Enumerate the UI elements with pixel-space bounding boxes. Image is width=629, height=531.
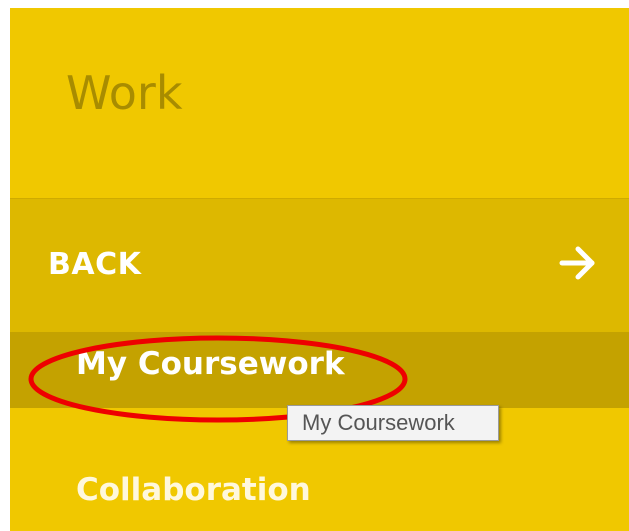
page-title: Work	[66, 66, 183, 120]
menu-item-label: Collaboration	[76, 472, 311, 508]
menu-item-label: My Coursework	[76, 346, 345, 382]
back-button[interactable]: BACK	[10, 198, 629, 333]
back-label: BACK	[48, 247, 142, 282]
tooltip: My Coursework	[287, 405, 499, 441]
menu-item-my-coursework[interactable]: My Coursework	[10, 332, 629, 408]
navigation-panel: Work BACK My Coursework Collaboration	[10, 8, 629, 531]
tooltip-text: My Coursework	[302, 410, 455, 435]
arrow-right-icon	[556, 241, 600, 285]
panel-header: Work	[10, 8, 629, 198]
